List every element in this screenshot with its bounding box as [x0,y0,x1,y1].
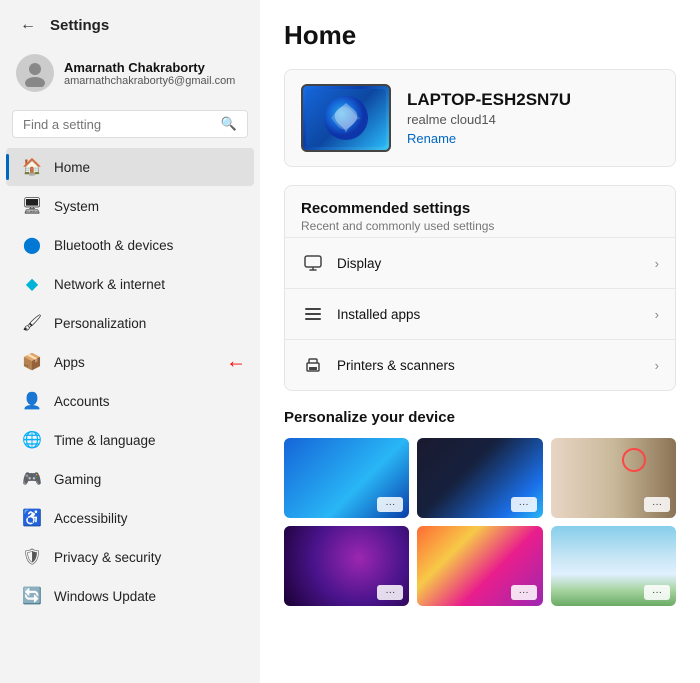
settings-item-left: Printers & scanners [301,353,455,377]
time-icon: 🌐 [22,430,42,450]
search-icon: 🔍 [221,116,237,132]
settings-item-printers[interactable]: Printers & scanners › [285,339,675,390]
wallpaper-thumb-4[interactable]: ··· [284,526,409,606]
nav-label-accessibility: Accessibility [54,511,128,526]
nav-label-network: Network & internet [54,277,165,292]
settings-item-left: Display [301,251,381,275]
settings-item-left: Installed apps [301,302,420,326]
chevron-right-icon: › [655,358,659,373]
gaming-icon: 🎮 [22,469,42,489]
main-content: Home [260,0,700,683]
back-button[interactable]: ← [16,14,40,36]
apps-icon: 📦 [22,352,42,372]
wallpaper-thumb-2[interactable]: ··· [417,438,542,518]
arrow-annotation: ← [226,351,246,374]
recommended-section: Recommended settings Recent and commonly… [284,185,676,391]
active-bar [6,154,9,180]
nav-label-home: Home [54,160,90,175]
home-icon: 🏠 [22,157,42,177]
device-info: LAPTOP-ESH2SN7U realme cloud14 Rename [407,90,571,146]
section-subtitle: Recent and commonly used settings [301,219,659,233]
nav-label-accounts: Accounts [54,394,110,409]
select-wallpaper-5[interactable]: ··· [511,585,537,600]
nav-label-bluetooth: Bluetooth & devices [54,238,173,253]
select-wallpaper-6[interactable]: ··· [644,585,670,600]
device-model: realme cloud14 [407,112,571,127]
nav-item[interactable]: 📦 Apps ← [6,343,254,381]
sidebar-title: Settings [50,17,109,34]
wallpaper-grid: ··· ··· ··· ··· ··· ··· [284,438,676,606]
nav-label-system: System [54,199,99,214]
nav-item[interactable]: 🏠 Home [6,148,254,186]
select-wallpaper-1[interactable]: ··· [377,497,403,512]
device-card: LAPTOP-ESH2SN7U realme cloud14 Rename [284,69,676,167]
display-icon [301,251,325,275]
windows-logo [321,93,371,143]
accessibility-icon: ♿ [22,508,42,528]
device-thumbnail [301,84,391,152]
wallpaper-thumb-5[interactable]: ··· [417,526,542,606]
personalize-title: Personalize your device [284,409,676,426]
avatar [16,54,54,92]
update-icon: 🔄 [22,586,42,606]
printer-icon [301,353,325,377]
search-box[interactable]: 🔍 [12,110,248,138]
select-wallpaper-2[interactable]: ··· [511,497,537,512]
nav-label-gaming: Gaming [54,472,101,487]
nav-item[interactable]: 👤 Accounts [6,382,254,420]
nav-item[interactable]: 🌐 Time & language [6,421,254,459]
nav-item[interactable]: 🛡 Privacy & security [6,538,254,576]
nav-label-personalization: Personalization [54,316,146,331]
search-input[interactable] [23,117,215,132]
installed-apps-label: Installed apps [337,307,420,322]
chevron-right-icon: › [655,256,659,271]
wallpaper-thumb-6[interactable]: ··· [551,526,676,606]
nav-item[interactable]: 🔄 Windows Update [6,577,254,615]
nav-item[interactable]: 🎮 Gaming [6,460,254,498]
user-name: Amarnath Chakraborty [64,60,235,75]
chevron-right-icon: › [655,307,659,322]
wallpaper-thumb-3[interactable]: ··· [551,438,676,518]
network-icon: ◆ [22,274,42,294]
page-title: Home [284,20,676,51]
personalize-section: Personalize your device ··· ··· ··· ··· … [284,409,676,606]
settings-item-installedapps[interactable]: Installed apps › [285,288,675,339]
nav-item[interactable]: ⬤ Bluetooth & devices [6,226,254,264]
nav-label-time: Time & language [54,433,156,448]
nav-item[interactable]: ◆ Network & internet [6,265,254,303]
nav-label-privacy: Privacy & security [54,550,161,565]
user-profile[interactable]: Amarnath Chakraborty amarnathchakraborty… [0,46,260,104]
sidebar-header: ← Settings [0,0,260,46]
display-label: Display [337,256,381,271]
nav-label-apps: Apps [54,355,85,370]
sidebar: ← Settings Amarnath Chakraborty amarnath… [0,0,260,683]
settings-item-display[interactable]: Display › [285,237,675,288]
wallpaper-thumb-1[interactable]: ··· [284,438,409,518]
bluetooth-icon: ⬤ [22,235,42,255]
rename-link[interactable]: Rename [407,131,571,146]
device-thumb-inner [306,89,386,147]
select-wallpaper-3[interactable]: ··· [644,497,670,512]
privacy-icon: 🛡 [22,547,42,567]
personalization-icon: 🖌 [22,313,42,333]
device-name: LAPTOP-ESH2SN7U [407,90,571,110]
nav-item[interactable]: 🖥 System [6,187,254,225]
select-wallpaper-4[interactable]: ··· [377,585,403,600]
nav-item[interactable]: ♿ Accessibility [6,499,254,537]
printers-label: Printers & scanners [337,358,455,373]
accounts-icon: 👤 [22,391,42,411]
nav-item[interactable]: 🖌 Personalization [6,304,254,342]
installed-apps-icon [301,302,325,326]
system-icon: 🖥 [22,196,42,216]
user-info: Amarnath Chakraborty amarnathchakraborty… [64,60,235,87]
nav-label-update: Windows Update [54,589,156,604]
user-email: amarnathchakraborty6@gmail.com [64,75,235,87]
section-title: Recommended settings [301,200,659,217]
section-header: Recommended settings Recent and commonly… [285,186,675,237]
